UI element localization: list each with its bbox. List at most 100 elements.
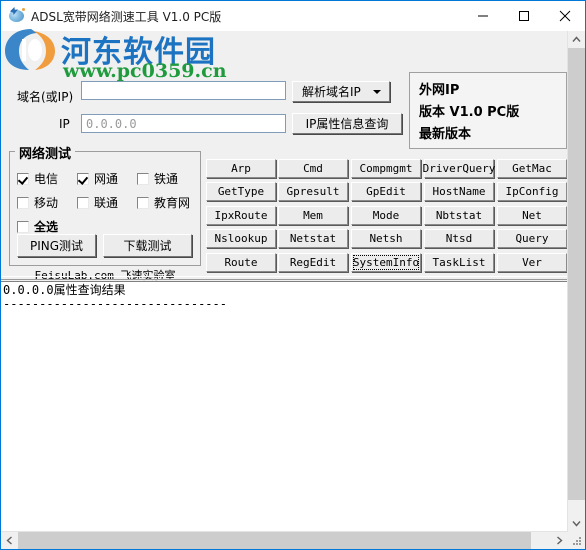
command-button-query[interactable]: Query	[497, 229, 567, 248]
title-bar: ADSL宽带网络测速工具 V1.0 PC版	[1, 1, 585, 31]
version-label: 版本 V1.0 PC版	[419, 105, 520, 120]
command-button-label: SystemInfo	[352, 256, 420, 269]
adsl-globe-icon	[8, 7, 26, 25]
command-button-label: Nbtstat	[435, 209, 483, 222]
checkbox-网通[interactable]: 网通	[77, 170, 118, 187]
command-button-label: Route	[224, 256, 258, 269]
command-button-route[interactable]: Route	[206, 253, 276, 272]
checkbox-教育网[interactable]: 教育网	[137, 194, 190, 211]
checkbox-label: 教育网	[154, 196, 191, 210]
command-button-getmac[interactable]: GetMac	[497, 159, 567, 178]
ping-test-button[interactable]: PING测试	[17, 234, 96, 257]
command-button-label: Nslookup	[214, 232, 268, 245]
command-button-label: Arp	[231, 162, 251, 175]
checkbox-box-icon	[17, 196, 29, 209]
window-controls	[462, 1, 585, 31]
ip-label: IP	[59, 117, 70, 131]
command-button-label: RegEdit	[289, 256, 337, 269]
network-test-title: 网络测试	[15, 143, 76, 162]
command-button-nbtstat[interactable]: Nbtstat	[424, 206, 494, 225]
command-button-label: GpEdit	[366, 185, 406, 198]
command-button-label: Netsh	[369, 232, 403, 245]
scroll-content: 域名(或IP) IP 解析域名IP IP属性信息查询 外网IP 版本 V1.0 …	[1, 31, 568, 532]
scroll-right-icon[interactable]	[551, 532, 568, 549]
checkmark-icon	[77, 172, 89, 185]
command-button-ver[interactable]: Ver	[497, 253, 567, 272]
checkbox-全选[interactable]: 全选	[17, 218, 58, 235]
command-button-nslookup[interactable]: Nslookup	[206, 229, 276, 248]
vertical-scroll-thumb[interactable]	[568, 48, 585, 500]
checkbox-label: 移动	[34, 196, 59, 210]
command-button-gettype[interactable]: GetType	[206, 182, 276, 201]
command-button-label: HostName	[432, 185, 486, 198]
checkbox-移动[interactable]: 移动	[17, 194, 58, 211]
checkbox-label: 联通	[94, 196, 119, 210]
command-button-label: TaskList	[432, 256, 486, 269]
minimize-icon[interactable]	[462, 1, 503, 31]
command-button-ntsd[interactable]: Ntsd	[424, 229, 494, 248]
ip-query-button[interactable]: IP属性信息查询	[292, 113, 402, 134]
ping-test-label: PING测试	[29, 239, 84, 253]
command-button-compmgmt[interactable]: Compmgmt	[351, 159, 421, 178]
close-icon[interactable]	[544, 1, 585, 31]
command-button-label: Gpresult	[286, 185, 340, 198]
wan-ip-label: 外网IP	[419, 83, 460, 98]
client-area: 域名(或IP) IP 解析域名IP IP属性信息查询 外网IP 版本 V1.0 …	[1, 31, 585, 549]
domain-input[interactable]	[81, 81, 286, 100]
checkbox-电信[interactable]: 电信	[17, 170, 58, 187]
command-button-ipconfig[interactable]: IpConfig	[497, 182, 567, 201]
checkbox-label: 铁通	[154, 172, 179, 186]
command-button-label: Netstat	[289, 232, 337, 245]
command-button-label: IpxRoute	[214, 209, 268, 222]
command-button-label: Net	[522, 209, 542, 222]
command-button-label: GetMac	[512, 162, 552, 175]
command-button-netsh[interactable]: Netsh	[351, 229, 421, 248]
scroll-left-icon[interactable]	[1, 532, 18, 549]
resize-grip[interactable]	[568, 532, 585, 549]
command-button-gpedit[interactable]: GpEdit	[351, 182, 421, 201]
checkbox-label: 全选	[34, 220, 59, 234]
download-test-button[interactable]: 下载测试	[103, 234, 192, 257]
checkbox-铁通[interactable]: 铁通	[137, 170, 178, 187]
command-button-regedit[interactable]: RegEdit	[278, 253, 348, 272]
horizontal-scroll-thumb[interactable]	[18, 532, 531, 549]
resolve-domain-button[interactable]: 解析域名IP	[292, 81, 390, 102]
latest-version-label: 最新版本	[419, 127, 472, 142]
command-button-label: Compmgmt	[359, 162, 413, 175]
maximize-icon[interactable]	[503, 1, 544, 31]
domain-label: 域名(或IP)	[17, 90, 74, 104]
application-window: ADSL宽带网络测速工具 V1.0 PC版 域名(或IP) IP 解析域名IP	[0, 0, 586, 550]
command-button-net[interactable]: Net	[497, 206, 567, 225]
window-title: ADSL宽带网络测速工具 V1.0 PC版	[31, 9, 222, 24]
ip-query-label: IP属性信息查询	[305, 117, 389, 131]
command-button-label: Ver	[522, 256, 542, 269]
command-button-netstat[interactable]: Netstat	[278, 229, 348, 248]
checkbox-label: 网通	[94, 172, 119, 186]
command-button-ipxroute[interactable]: IpxRoute	[206, 206, 276, 225]
command-button-tasklist[interactable]: TaskList	[424, 253, 494, 272]
horizontal-scrollbar[interactable]	[1, 531, 568, 549]
scroll-up-icon[interactable]	[568, 31, 585, 48]
command-button-cmd[interactable]: Cmd	[278, 159, 348, 178]
command-button-hostname[interactable]: HostName	[424, 182, 494, 201]
command-button-label: Query	[515, 232, 549, 245]
command-button-mem[interactable]: Mem	[278, 206, 348, 225]
checkbox-box-icon	[77, 196, 89, 209]
checkbox-box-icon	[17, 220, 29, 233]
command-button-mode[interactable]: Mode	[351, 206, 421, 225]
command-button-gpresult[interactable]: Gpresult	[278, 182, 348, 201]
checkbox-联通[interactable]: 联通	[77, 194, 118, 211]
resolve-domain-label: 解析域名IP	[302, 85, 361, 99]
scroll-down-icon[interactable]	[568, 515, 585, 532]
download-test-label: 下载测试	[123, 239, 172, 253]
results-output[interactable]: 0.0.0.0属性查询结果 --------------------------…	[1, 281, 568, 532]
command-button-label: Mode	[372, 209, 400, 222]
checkbox-label: 电信	[34, 172, 59, 186]
command-button-driverquery[interactable]: DriverQuery	[423, 159, 495, 178]
command-button-label: Ntsd	[445, 232, 473, 245]
command-button-systeminfo[interactable]: SystemInfo	[351, 253, 421, 272]
vertical-scrollbar[interactable]	[567, 31, 585, 532]
ip-input[interactable]	[81, 114, 286, 133]
command-button-arp[interactable]: Arp	[206, 159, 276, 178]
command-button-label: GetType	[217, 185, 265, 198]
